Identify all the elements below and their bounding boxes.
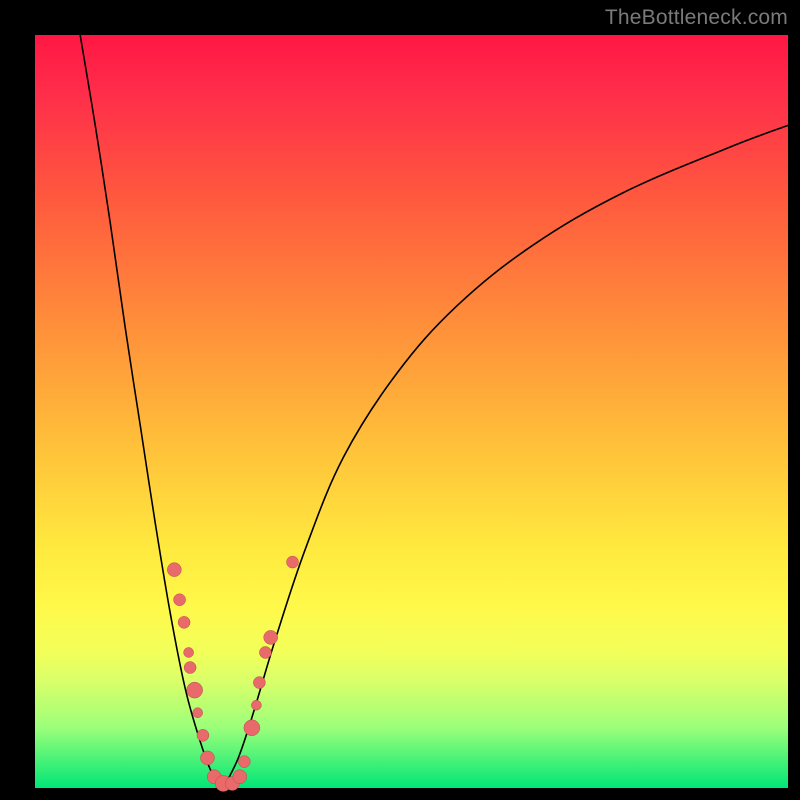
curve-left (80, 35, 223, 788)
data-point (187, 682, 203, 698)
data-point (287, 556, 299, 568)
data-point (174, 594, 186, 606)
curve-right (223, 125, 788, 788)
data-point (238, 756, 250, 768)
chart-frame: TheBottleneck.com (0, 0, 800, 800)
data-point (244, 720, 260, 736)
data-point (200, 751, 214, 765)
data-point (184, 647, 194, 657)
scatter-points (167, 556, 298, 791)
data-point (178, 616, 190, 628)
chart-overlay (35, 35, 788, 788)
data-point (264, 630, 278, 644)
watermark-text: TheBottleneck.com (605, 6, 788, 30)
data-point (253, 677, 265, 689)
data-point (184, 662, 196, 674)
data-point (233, 770, 247, 784)
data-point (167, 563, 181, 577)
data-point (251, 700, 261, 710)
data-point (193, 708, 203, 718)
data-point (259, 646, 271, 658)
data-point (197, 729, 209, 741)
